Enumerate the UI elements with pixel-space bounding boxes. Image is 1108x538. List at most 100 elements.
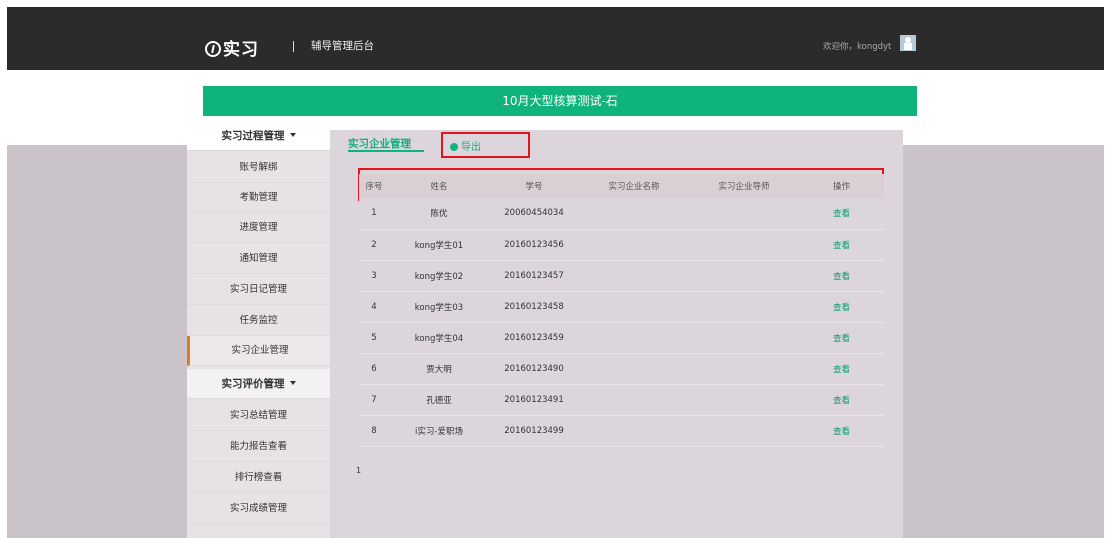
cell-no: 6 bbox=[359, 353, 389, 385]
column-header: 实习企业名称 bbox=[579, 174, 689, 198]
cell-action: 查看 bbox=[799, 291, 884, 323]
cell-no: 8 bbox=[359, 415, 389, 447]
cell-action: 查看 bbox=[799, 260, 884, 292]
cell-no: 3 bbox=[359, 260, 389, 292]
cell-name: kong学生02 bbox=[389, 260, 489, 292]
column-header: 姓名 bbox=[389, 174, 489, 198]
view-link[interactable]: 查看 bbox=[833, 241, 850, 251]
main-top-strip bbox=[330, 118, 917, 130]
cell-action: 查看 bbox=[799, 353, 884, 385]
top-header: 实习 辅导管理后台 欢迎你，kongdyt bbox=[7, 7, 1104, 70]
table-row: 7 孔德亚 20160123491 查看 bbox=[359, 384, 884, 416]
cell-student-id: 20060454034 bbox=[489, 198, 579, 230]
sidebar-group-process[interactable]: 实习过程管理 bbox=[187, 121, 330, 151]
cell-name: kong学生04 bbox=[389, 322, 489, 354]
sidebar-item-ability-report[interactable]: 能力报告查看 bbox=[187, 432, 330, 462]
cell-mentor bbox=[689, 415, 799, 447]
sidebar: 实习过程管理 账号解绑 考勤管理 进度管理 通知管理 实习日记管理 任务监控 实… bbox=[187, 121, 330, 538]
cell-student-id: 20160123499 bbox=[489, 415, 579, 447]
cell-company bbox=[579, 322, 689, 354]
column-header: 操作 bbox=[799, 174, 884, 198]
cell-mentor bbox=[689, 291, 799, 323]
cell-company bbox=[579, 415, 689, 447]
company-table: 序号 姓名 学号 实习企业名称 实习企业导师 操作 1 陈优 200604540… bbox=[359, 174, 884, 447]
cell-student-id: 20160123490 bbox=[489, 353, 579, 385]
chevron-down-icon bbox=[289, 381, 296, 385]
column-header: 实习企业导师 bbox=[689, 174, 799, 198]
welcome-text: 欢迎你，kongdyt bbox=[823, 42, 892, 52]
cell-company bbox=[579, 229, 689, 261]
table-header-row: 序号 姓名 学号 实习企业名称 实习企业导师 操作 bbox=[359, 174, 884, 198]
cell-name: i实习-爱职场 bbox=[389, 415, 489, 447]
user-avatar-icon[interactable] bbox=[900, 35, 916, 51]
view-link[interactable]: 查看 bbox=[833, 334, 850, 344]
cell-name: kong学生03 bbox=[389, 291, 489, 323]
breadcrumb-underline bbox=[348, 150, 424, 152]
cell-mentor bbox=[689, 384, 799, 416]
pagination-page-number[interactable]: 1 bbox=[356, 466, 361, 475]
course-banner: 10月大型核算测试-石 bbox=[203, 86, 917, 116]
sidebar-group-label: 实习过程管理 bbox=[221, 130, 285, 142]
cell-mentor bbox=[689, 260, 799, 292]
view-link[interactable]: 查看 bbox=[833, 209, 850, 219]
cell-company bbox=[579, 384, 689, 416]
sidebar-item-attendance[interactable]: 考勤管理 bbox=[187, 183, 330, 213]
table-row: 6 贾大明 20160123490 查看 bbox=[359, 353, 884, 385]
cell-action: 查看 bbox=[799, 415, 884, 447]
cell-student-id: 20160123456 bbox=[489, 229, 579, 261]
breadcrumb[interactable]: 实习企业管理 bbox=[348, 136, 424, 152]
sidebar-item-notice[interactable]: 通知管理 bbox=[187, 244, 330, 274]
cell-company bbox=[579, 353, 689, 385]
cell-company bbox=[579, 291, 689, 323]
cell-student-id: 20160123459 bbox=[489, 322, 579, 354]
sidebar-item-summary[interactable]: 实习总结管理 bbox=[187, 401, 330, 431]
cell-mentor bbox=[689, 353, 799, 385]
cell-student-id: 20160123457 bbox=[489, 260, 579, 292]
cell-no: 7 bbox=[359, 384, 389, 416]
column-header: 学号 bbox=[489, 174, 579, 198]
column-header: 序号 bbox=[359, 174, 389, 198]
view-link[interactable]: 查看 bbox=[833, 272, 850, 282]
table-row: 3 kong学生02 20160123457 查看 bbox=[359, 260, 884, 292]
cell-name: 陈优 bbox=[389, 198, 489, 230]
table-row: 2 kong学生01 20160123456 查看 bbox=[359, 229, 884, 261]
sidebar-item-grades[interactable]: 实习成绩管理 bbox=[187, 494, 330, 524]
cell-student-id: 20160123458 bbox=[489, 291, 579, 323]
table-row: 4 kong学生03 20160123458 查看 bbox=[359, 291, 884, 323]
sidebar-item-company[interactable]: 实习企业管理 bbox=[187, 336, 330, 366]
highlight-export-box bbox=[441, 132, 530, 158]
view-link[interactable]: 查看 bbox=[833, 303, 850, 313]
cell-mentor bbox=[689, 322, 799, 354]
view-link[interactable]: 查看 bbox=[833, 396, 850, 406]
sidebar-item-progress[interactable]: 进度管理 bbox=[187, 213, 330, 243]
table-row: 8 i实习-爱职场 20160123499 查看 bbox=[359, 415, 884, 447]
sidebar-item-ranking[interactable]: 排行榜查看 bbox=[187, 463, 330, 493]
system-title: 辅导管理后台 bbox=[311, 40, 374, 52]
cell-name: kong学生01 bbox=[389, 229, 489, 261]
app-logo[interactable]: 实习 bbox=[205, 35, 259, 60]
cell-company bbox=[579, 260, 689, 292]
cell-name: 贾大明 bbox=[389, 353, 489, 385]
sidebar-group-label: 实习评价管理 bbox=[221, 378, 285, 390]
cell-company bbox=[579, 198, 689, 230]
sidebar-item-diary[interactable]: 实习日记管理 bbox=[187, 275, 330, 305]
sidebar-group-evaluation[interactable]: 实习评价管理 bbox=[187, 369, 330, 399]
cell-no: 1 bbox=[359, 198, 389, 230]
logo-icon bbox=[205, 41, 221, 57]
sidebar-item-task-monitor[interactable]: 任务监控 bbox=[187, 306, 330, 336]
logo-text: 实习 bbox=[223, 40, 259, 60]
cell-action: 查看 bbox=[799, 322, 884, 354]
cell-action: 查看 bbox=[799, 229, 884, 261]
view-link[interactable]: 查看 bbox=[833, 427, 850, 437]
breadcrumb-label: 实习企业管理 bbox=[348, 138, 411, 150]
cell-action: 查看 bbox=[799, 198, 884, 230]
cell-no: 2 bbox=[359, 229, 389, 261]
sidebar-item-unbind[interactable]: 账号解绑 bbox=[187, 153, 330, 183]
table-row: 1 陈优 20060454034 查看 bbox=[359, 198, 884, 230]
header-divider bbox=[293, 41, 294, 52]
cell-mentor bbox=[689, 198, 799, 230]
cell-student-id: 20160123491 bbox=[489, 384, 579, 416]
cell-no: 5 bbox=[359, 322, 389, 354]
cell-action: 查看 bbox=[799, 384, 884, 416]
view-link[interactable]: 查看 bbox=[833, 365, 850, 375]
